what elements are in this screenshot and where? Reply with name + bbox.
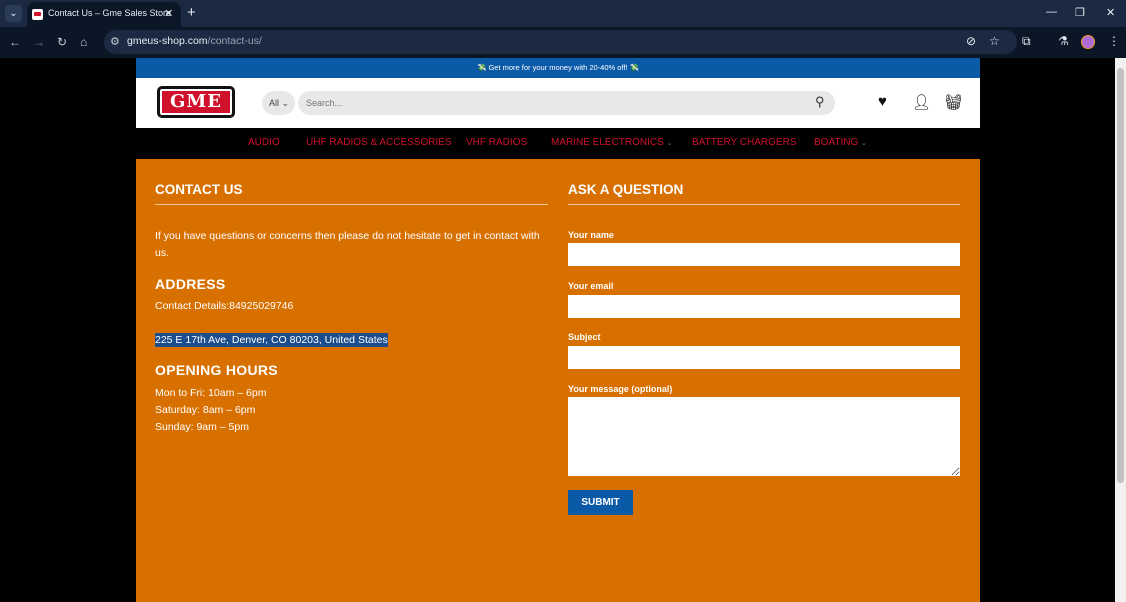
main-nav: AUDIO UHF RADIOS & ACCESSORIES VHF RADIO… (136, 128, 980, 159)
contact-intro: If you have questions or concerns then p… (155, 230, 540, 259)
chevron-down-icon: ⌄ (861, 140, 867, 147)
subject-label: Subject (568, 332, 601, 342)
nav-item-label: UHF RADIOS & ACCESSORIES (306, 137, 452, 148)
submit-button[interactable]: SUBMIT (568, 490, 633, 515)
address-text-selected: 225 E 17th Ave, Denver, CO 80203, United… (155, 333, 388, 347)
browser-toolbar: ← → ↻ ⌂ ⚙ gmeus-shop.com/contact-us/ ⊘ ☆… (0, 27, 1126, 58)
url-text[interactable]: gmeus-shop.com/contact-us/ (127, 35, 262, 47)
tab-search-icon[interactable]: ⌄ (5, 5, 22, 22)
back-icon[interactable]: ← (9, 35, 21, 49)
restore-icon[interactable]: ❐ (1075, 6, 1085, 19)
chevron-down-icon: ⌄ (281, 98, 290, 108)
site-header: GME All ⌄ ⚲ ♥ 👤︎ 🧺︎ (136, 78, 980, 128)
message-label: Your message (optional) (568, 384, 673, 394)
form-title: ASK A QUESTION (568, 182, 684, 197)
scrollbar-thumb[interactable] (1117, 68, 1124, 483)
site-info-icon[interactable]: ⚙ (110, 35, 120, 48)
browser-tab-bar: ⌄ Contact Us – Gme Sales Store ✕ + — ❐ ✕ (0, 0, 1126, 27)
minimize-icon[interactable]: — (1046, 6, 1057, 18)
category-select-value: All (269, 98, 280, 108)
chevron-down-icon: ⌄ (666, 140, 673, 147)
nav-item-audio[interactable]: AUDIO (248, 137, 280, 148)
bookmark-star-icon[interactable]: ☆ (989, 34, 1000, 48)
address-line: 225 E 17th Ave, Denver, CO 80203, United… (155, 332, 388, 349)
nav-item-battery-chargers[interactable]: BATTERY CHARGERS (692, 137, 796, 148)
category-select[interactable]: All ⌄ (262, 91, 295, 115)
address-bar[interactable]: ⚙ gmeus-shop.com/contact-us/ ⊘ ☆ (104, 30, 1017, 54)
extensions-icon[interactable]: ⧉ (1022, 34, 1031, 49)
url-path: /contact-us/ (207, 35, 262, 47)
contact-section: CONTACT US If you have questions or conc… (136, 159, 980, 602)
search-input[interactable] (298, 91, 835, 115)
close-tab-icon[interactable]: ✕ (164, 7, 173, 20)
contact-title: CONTACT US (155, 182, 243, 197)
browser-menu-icon[interactable]: ⋮ (1108, 34, 1120, 48)
promo-banner: 💸 Get more for your money with 20-40% of… (136, 58, 980, 78)
hours-line: Mon to Fri: 10am – 6pm (155, 387, 267, 399)
cart-basket-icon[interactable]: 🧺︎ (944, 93, 963, 111)
search-icon[interactable]: ⚲ (815, 94, 825, 110)
nav-item-label: BATTERY CHARGERS (692, 137, 797, 148)
browser-tab[interactable]: Contact Us – Gme Sales Store ✕ (27, 2, 181, 27)
subject-field[interactable] (568, 346, 960, 369)
hours-line: Saturday: 8am – 6pm (155, 404, 256, 416)
nav-item-label: AUDIO (248, 137, 280, 148)
favicon-icon (32, 9, 43, 20)
logo-text: GME (169, 91, 223, 112)
forward-icon[interactable]: → (33, 35, 45, 49)
home-icon[interactable]: ⌂ (80, 35, 87, 49)
nav-item-label: MARINE ELECTRONICS (551, 137, 664, 148)
name-label: Your name (568, 230, 614, 240)
page-scrollbar[interactable] (1115, 58, 1126, 602)
url-host: gmeus-shop.com (127, 35, 208, 47)
wishlist-heart-icon[interactable]: ♥ (878, 93, 887, 110)
divider (568, 204, 960, 205)
hours-line: Sunday: 9am – 5pm (155, 421, 249, 433)
eye-off-icon[interactable]: ⊘ (966, 34, 976, 48)
close-window-icon[interactable]: ✕ (1106, 6, 1115, 19)
name-field[interactable] (568, 243, 960, 266)
profile-avatar[interactable] (1081, 35, 1095, 49)
nav-item-label: VHF RADIOS (466, 137, 528, 148)
divider (155, 204, 548, 205)
contact-details: Contact Details:84925029746 (155, 300, 294, 312)
message-textarea[interactable] (568, 397, 960, 476)
nav-item-boating[interactable]: BOATING ⌄ (814, 137, 867, 148)
email-label: Your email (568, 281, 614, 291)
gme-logo[interactable]: GME (157, 86, 235, 118)
reload-icon[interactable]: ↻ (57, 35, 67, 49)
opening-hours-heading: OPENING HOURS (155, 362, 278, 378)
account-user-icon[interactable]: 👤︎ (912, 93, 931, 111)
nav-item-uhf-radios[interactable]: UHF RADIOS & ACCESSORIES (306, 137, 452, 148)
nav-item-vhf-radios[interactable]: VHF RADIOS (466, 137, 527, 148)
nav-item-marine-electronics[interactable]: MARINE ELECTRONICS ⌄ (551, 137, 672, 148)
address-heading: ADDRESS (155, 276, 226, 292)
page-viewport: 💸 Get more for your money with 20-40% of… (0, 58, 1115, 602)
new-tab-icon[interactable]: + (187, 4, 196, 21)
email-field[interactable] (568, 295, 960, 318)
labs-flask-icon[interactable]: ⚗ (1058, 34, 1069, 48)
tab-title: Contact Us – Gme Sales Store (48, 8, 172, 18)
nav-item-label: BOATING (814, 137, 859, 148)
